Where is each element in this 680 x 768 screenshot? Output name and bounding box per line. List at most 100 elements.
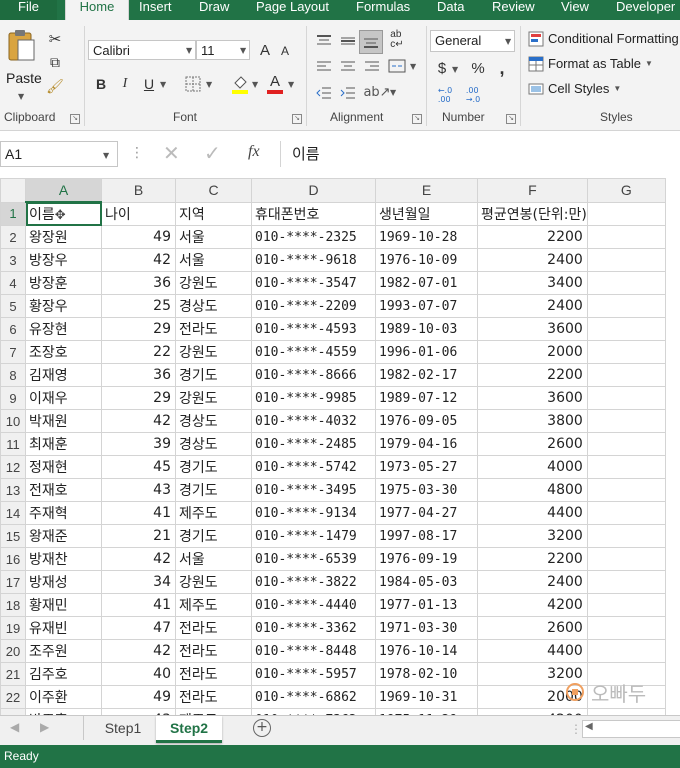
table-row[interactable]: 11 최재훈 39 경상도 010-****-2485 1979-04-16 2600 (0, 432, 666, 456)
cell[interactable]: 4800 (477, 478, 588, 502)
comma-button[interactable]: , (494, 58, 510, 78)
column-header-a[interactable]: A (25, 178, 102, 203)
row-header[interactable]: 8 (0, 363, 26, 387)
sheet-tab-step1[interactable]: Step1 (92, 716, 154, 740)
increase-decimal-button[interactable]: ←.0 .00 (434, 84, 456, 106)
cell[interactable]: 정재현 (25, 455, 102, 479)
cell[interactable]: 010-****-9134 (251, 501, 376, 525)
chevron-down-icon[interactable]: ▼ (452, 65, 458, 74)
bold-button[interactable]: B (92, 74, 110, 94)
cell[interactable]: 김재영 (25, 363, 102, 387)
row-header[interactable]: 3 (0, 248, 26, 272)
cell[interactable]: 42 (101, 409, 176, 433)
cell[interactable] (586, 201, 666, 226)
cell[interactable]: 조주원 (25, 639, 102, 663)
row-header[interactable]: 14 (0, 501, 26, 525)
chevron-down-icon[interactable]: ▼ (288, 80, 294, 89)
cell[interactable]: 010-****-4032 (251, 409, 376, 433)
cell[interactable]: 4400 (477, 501, 588, 525)
percent-button[interactable]: % (470, 58, 486, 78)
cell[interactable]: 이주환 (25, 685, 102, 709)
cell[interactable]: 010-****-8448 (251, 639, 376, 663)
cell[interactable] (586, 547, 666, 571)
cell[interactable]: 경기도 (175, 478, 252, 502)
copy-icon[interactable]: ⧉ (46, 54, 64, 72)
cell[interactable]: 42 (101, 639, 176, 663)
table-row[interactable]: 2 왕장원 49 서울 010-****-2325 1969-10-28 2200 (0, 225, 666, 249)
cell[interactable]: 경상도 (175, 409, 252, 433)
table-row[interactable]: 12 정재현 45 경기도 010-****-5742 1973-05-27 4000 (0, 455, 666, 479)
tab-draw[interactable]: Draw (199, 0, 229, 20)
align-bottom-icon[interactable] (359, 30, 383, 54)
cell[interactable]: 1975-03-30 (375, 478, 478, 502)
underline-button[interactable]: U (140, 74, 158, 94)
name-box[interactable]: A1 (0, 141, 118, 167)
cell[interactable]: 29 (101, 317, 176, 341)
decrease-indent-icon[interactable] (314, 84, 334, 102)
row-header[interactable]: 11 (0, 432, 26, 456)
cell[interactable] (586, 570, 666, 594)
table-row[interactable]: 20 조주원 42 전라도 010-****-8448 1976-10-14 4400 (0, 639, 666, 663)
cell[interactable]: 36 (101, 271, 176, 295)
cell[interactable]: 1993-07-07 (375, 294, 478, 318)
cell[interactable] (586, 432, 666, 456)
cell[interactable]: 40 (101, 662, 176, 686)
cell[interactable]: 3600 (477, 386, 588, 410)
cell[interactable]: 방장우 (25, 248, 102, 272)
cell[interactable]: 경상도 (175, 294, 252, 318)
spreadsheet-grid[interactable]: A B C D E F G 1 이름✥ 나이 지역 휴대폰번호 생년월일 평균연… (0, 178, 680, 715)
cell[interactable] (586, 294, 666, 318)
cell[interactable]: 4400 (477, 639, 588, 663)
cell[interactable]: 34 (101, 570, 176, 594)
paste-label[interactable]: Paste (6, 70, 42, 86)
header-cell[interactable]: 휴대폰번호 (251, 201, 376, 226)
chevron-down-icon[interactable]: ▼ (18, 92, 24, 101)
table-row[interactable]: 7 조장호 22 강원도 010-****-4559 1996-01-06 2000 (0, 340, 666, 364)
row-header[interactable]: 5 (0, 294, 26, 318)
fill-color-icon[interactable] (230, 72, 250, 96)
borders-icon[interactable] (184, 74, 202, 94)
cell[interactable]: 21 (101, 524, 176, 548)
row-header[interactable]: 22 (0, 685, 26, 709)
cell[interactable] (586, 248, 666, 272)
chevron-down-icon[interactable]: ▼ (103, 151, 109, 160)
cell[interactable]: 서울 (175, 547, 252, 571)
cell[interactable]: 경기도 (175, 455, 252, 479)
format-as-table-button[interactable]: Format as Table ▼ (528, 54, 653, 74)
cell[interactable]: 2600 (477, 432, 588, 456)
cell[interactable]: 010-****-3822 (251, 570, 376, 594)
paste-button[interactable] (4, 28, 38, 62)
cell[interactable]: 서울 (175, 248, 252, 272)
sheet-tab-step2[interactable]: Step2 (156, 716, 222, 743)
cell[interactable]: 010-****-4559 (251, 340, 376, 364)
cell[interactable]: 1982-07-01 (375, 271, 478, 295)
cell[interactable]: 1996-01-06 (375, 340, 478, 364)
cell[interactable]: 3200 (477, 524, 588, 548)
row-header[interactable]: 18 (0, 593, 26, 617)
row-header[interactable]: 16 (0, 547, 26, 571)
column-header-g[interactable]: G (586, 178, 666, 203)
column-header-c[interactable]: C (175, 178, 252, 203)
column-header-e[interactable]: E (375, 178, 478, 203)
table-row[interactable]: 14 주재혁 41 제주도 010-****-9134 1977-04-27 4400 (0, 501, 666, 525)
cell[interactable]: 36 (101, 363, 176, 387)
cell[interactable]: 1984-05-03 (375, 570, 478, 594)
cell[interactable]: 제주도 (175, 593, 252, 617)
tab-formulas[interactable]: Formulas (356, 0, 410, 20)
cell[interactable]: 25 (101, 294, 176, 318)
table-row[interactable]: 13 전재호 43 경기도 010-****-3495 1975-03-30 4800 (0, 478, 666, 502)
cell[interactable] (586, 501, 666, 525)
cell[interactable]: 1978-02-10 (375, 662, 478, 686)
cell[interactable]: 3400 (477, 271, 588, 295)
cell[interactable] (586, 639, 666, 663)
enter-icon[interactable]: ✓ (204, 141, 221, 165)
cell[interactable]: 010-****-4440 (251, 593, 376, 617)
cell[interactable]: 1976-10-14 (375, 639, 478, 663)
cell[interactable]: 49 (101, 225, 176, 249)
row-header[interactable]: 17 (0, 570, 26, 594)
table-row[interactable]: 10 박재원 42 경상도 010-****-4032 1976-09-05 3800 (0, 409, 666, 433)
conditional-formatting-button[interactable]: Conditional Formatting (528, 29, 679, 49)
align-right-icon[interactable] (362, 58, 382, 76)
scroll-left-icon[interactable]: ◀ (585, 721, 593, 732)
launcher-icon[interactable]: ↘ (70, 114, 80, 124)
